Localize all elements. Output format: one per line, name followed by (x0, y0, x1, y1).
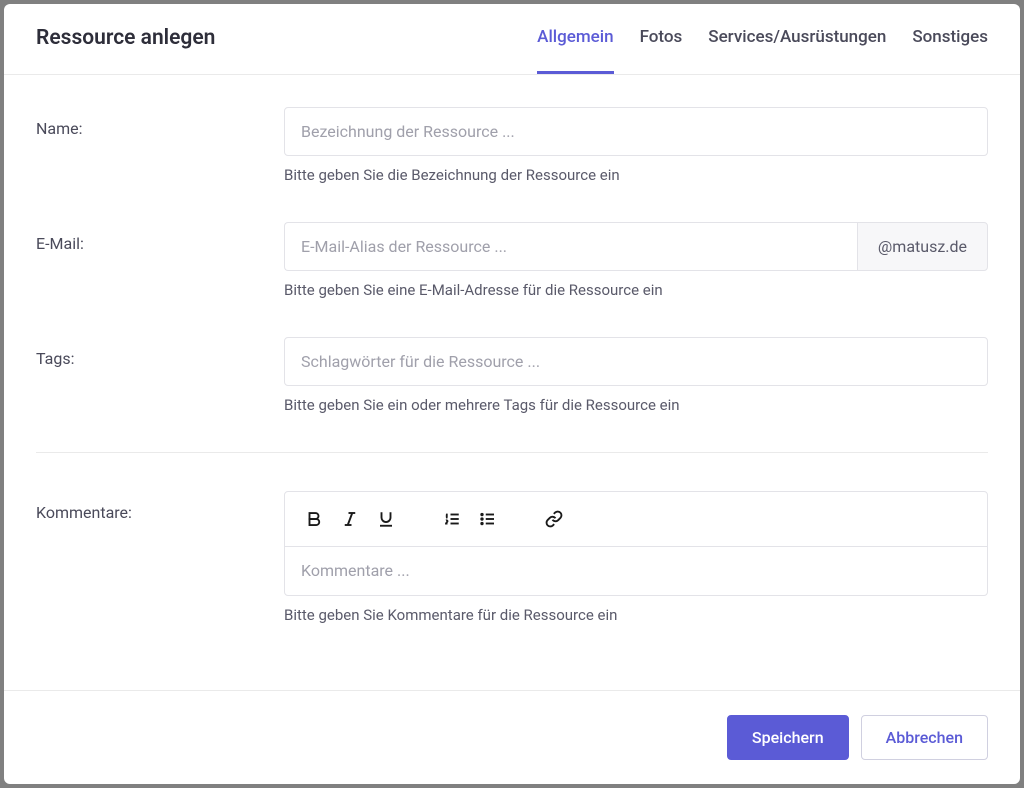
email-input[interactable] (284, 222, 857, 271)
comments-field-wrapper: Kommentare ... Bitte geben Sie Kommentar… (284, 491, 988, 624)
form-row-email: E-Mail: @matusz.de Bitte geben Sie eine … (36, 222, 988, 299)
name-label: Name: (36, 107, 284, 184)
italic-icon[interactable] (335, 504, 365, 534)
modal-header: Ressource anlegen Allgemein Fotos Servic… (4, 4, 1020, 75)
comments-help: Bitte geben Sie Kommentare für die Resso… (284, 606, 988, 624)
tab-allgemein[interactable]: Allgemein (537, 27, 613, 74)
link-icon[interactable] (539, 504, 569, 534)
tabs: Allgemein Fotos Services/Ausrüstungen So… (537, 27, 988, 73)
tags-help: Bitte geben Sie ein oder mehrere Tags fü… (284, 396, 988, 414)
tab-services[interactable]: Services/Ausrüstungen (708, 27, 886, 74)
ordered-list-icon[interactable] (437, 504, 467, 534)
cancel-button[interactable]: Abbrechen (861, 715, 988, 760)
email-help: Bitte geben Sie eine E-Mail-Adresse für … (284, 281, 988, 299)
save-button[interactable]: Speichern (727, 715, 849, 760)
unordered-list-icon[interactable] (473, 504, 503, 534)
rich-text-editor: Kommentare ... (284, 491, 988, 596)
form-row-name: Name: Bitte geben Sie die Bezeichnung de… (36, 107, 988, 184)
tags-label: Tags: (36, 337, 284, 414)
email-label: E-Mail: (36, 222, 284, 299)
underline-icon[interactable] (371, 504, 401, 534)
comments-input[interactable]: Kommentare ... (285, 547, 987, 595)
name-help: Bitte geben Sie die Bezeichnung der Ress… (284, 166, 988, 184)
tags-field-wrapper: Bitte geben Sie ein oder mehrere Tags fü… (284, 337, 988, 414)
name-field-wrapper: Bitte geben Sie die Bezeichnung der Ress… (284, 107, 988, 184)
email-input-group: @matusz.de (284, 222, 988, 271)
email-field-wrapper: @matusz.de Bitte geben Sie eine E-Mail-A… (284, 222, 988, 299)
comments-label: Kommentare: (36, 491, 284, 624)
tags-input[interactable] (284, 337, 988, 386)
email-domain-addon: @matusz.de (857, 222, 988, 271)
form-row-comments: Kommentare: (36, 491, 988, 624)
form-row-tags: Tags: Bitte geben Sie ein oder mehrere T… (36, 337, 988, 414)
modal-body: Name: Bitte geben Sie die Bezeichnung de… (4, 75, 1020, 690)
modal-footer: Speichern Abbrechen (4, 690, 1020, 784)
bold-icon[interactable] (299, 504, 329, 534)
create-resource-modal: Ressource anlegen Allgemein Fotos Servic… (4, 4, 1020, 784)
divider (36, 452, 988, 453)
name-input[interactable] (284, 107, 988, 156)
tab-sonstiges[interactable]: Sonstiges (912, 27, 988, 74)
editor-toolbar (285, 492, 987, 547)
modal-title: Ressource anlegen (36, 26, 215, 74)
tab-fotos[interactable]: Fotos (640, 27, 683, 74)
